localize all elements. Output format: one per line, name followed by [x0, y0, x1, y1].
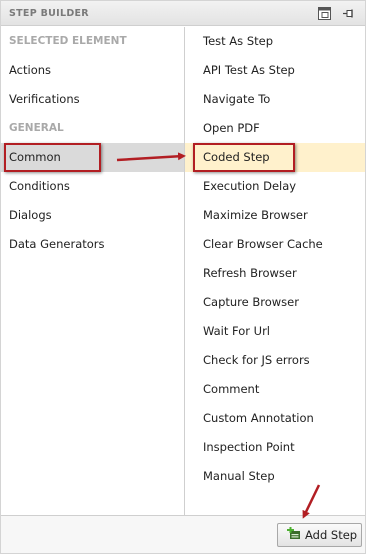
arrow-to-add-step [302, 484, 321, 519]
step-builder-panel: STEP BUILDER SELECTED ELEMENT Actions Ve… [0, 0, 366, 554]
arrow-to-coded-step [116, 152, 186, 162]
annotation-arrows [116, 152, 321, 519]
